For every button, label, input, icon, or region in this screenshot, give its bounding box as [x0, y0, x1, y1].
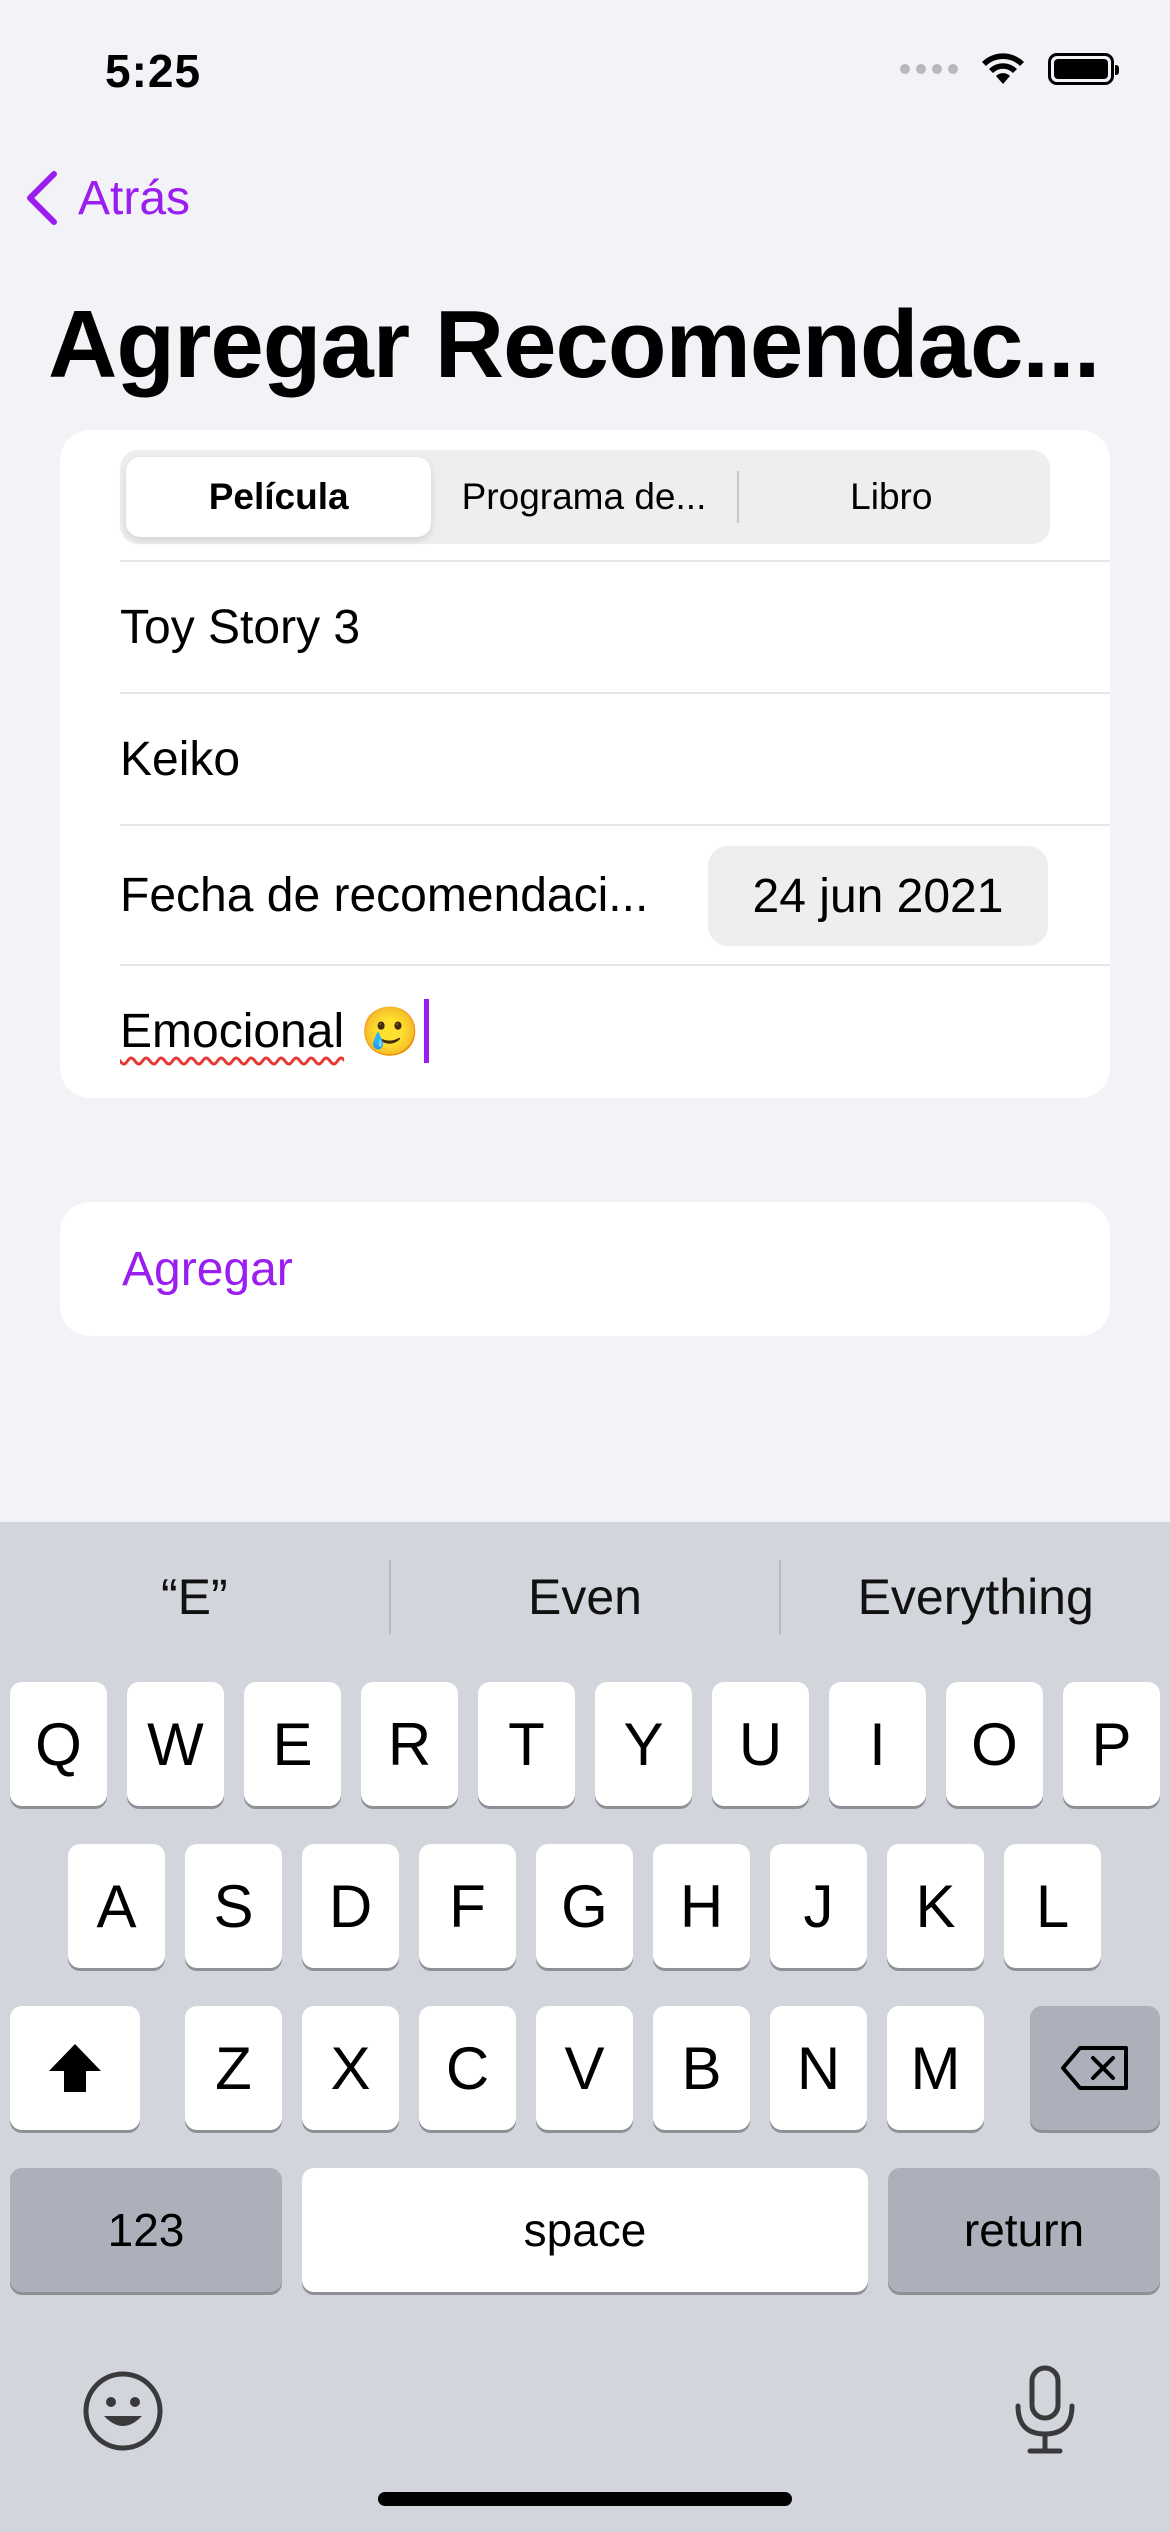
suggestion-bar: “E” Even Everything: [0, 1522, 1170, 1672]
add-button-label: Agregar: [122, 1242, 293, 1296]
dictation-button[interactable]: [1010, 2364, 1080, 2461]
keyboard: “E” Even Everything Q W E R T Y U I O P …: [0, 1522, 1170, 2532]
cellular-signal-icon: [900, 64, 958, 74]
key-w[interactable]: W: [127, 1682, 224, 1806]
key-f[interactable]: F: [419, 1844, 516, 1968]
key-c[interactable]: C: [419, 2006, 516, 2130]
backspace-icon: [1061, 2046, 1128, 2090]
form-card: Película Programa de... Libro Toy Story …: [60, 430, 1110, 1098]
microphone-icon: [1015, 2365, 1075, 2454]
numbers-key[interactable]: 123: [10, 2168, 282, 2292]
key-d[interactable]: D: [302, 1844, 399, 1968]
date-picker-button[interactable]: 24 jun 2021: [708, 846, 1048, 946]
add-button[interactable]: Agregar: [60, 1202, 1110, 1336]
key-e[interactable]: E: [244, 1682, 341, 1806]
key-v[interactable]: V: [536, 2006, 633, 2130]
title-field-value: Toy Story 3: [120, 600, 361, 654]
title-field[interactable]: Toy Story 3: [120, 560, 1110, 692]
home-indicator: [378, 2492, 792, 2506]
key-u[interactable]: U: [712, 1682, 809, 1806]
note-text: Emocional: [120, 1004, 345, 1058]
key-o[interactable]: O: [946, 1682, 1043, 1806]
status-icons: [900, 52, 1119, 86]
return-key[interactable]: return: [888, 2168, 1160, 2292]
key-i[interactable]: I: [829, 1682, 926, 1806]
recommender-field[interactable]: Keiko: [120, 692, 1110, 824]
key-q[interactable]: Q: [10, 1682, 107, 1806]
key-z[interactable]: Z: [185, 2006, 282, 2130]
key-t[interactable]: T: [478, 1682, 575, 1806]
delete-key[interactable]: [1030, 2006, 1160, 2130]
key-a[interactable]: A: [68, 1844, 165, 1968]
date-label: Fecha de recomendaci...: [120, 868, 649, 922]
shift-arrow-icon: [49, 2044, 101, 2092]
date-row: Fecha de recomendaci... 24 jun 2021: [120, 824, 1110, 964]
key-s[interactable]: S: [185, 1844, 282, 1968]
key-r[interactable]: R: [361, 1682, 458, 1806]
key-m[interactable]: M: [887, 2006, 984, 2130]
page-title: Agregar Recomendac...: [48, 291, 1100, 398]
space-key[interactable]: space: [302, 2168, 868, 2292]
battery-icon: [1048, 53, 1119, 85]
recommender-field-value: Keiko: [120, 732, 241, 786]
segment-pelicula[interactable]: Película: [126, 457, 432, 537]
key-x[interactable]: X: [302, 2006, 399, 2130]
emoji-button[interactable]: [82, 2370, 164, 2457]
type-segmented-control[interactable]: Película Programa de... Libro: [120, 450, 1050, 544]
segment-libro[interactable]: Libro: [739, 457, 1044, 537]
note-field[interactable]: Emocional 🥲: [120, 964, 1110, 1096]
key-y[interactable]: Y: [595, 1682, 692, 1806]
status-time: 5:25: [105, 45, 202, 97]
chevron-left-icon: [27, 171, 57, 225]
key-n[interactable]: N: [770, 2006, 867, 2130]
key-l[interactable]: L: [1004, 1844, 1101, 1968]
key-g[interactable]: G: [536, 1844, 633, 1968]
date-value: 24 jun 2021: [752, 869, 1004, 923]
shift-key[interactable]: [10, 2006, 140, 2130]
key-j[interactable]: J: [770, 1844, 867, 1968]
key-b[interactable]: B: [653, 2006, 750, 2130]
back-label: Atrás: [78, 171, 191, 225]
suggestion-item[interactable]: Even: [391, 1568, 780, 1626]
key-h[interactable]: H: [653, 1844, 750, 1968]
text-cursor: [423, 999, 429, 1063]
key-p[interactable]: P: [1063, 1682, 1160, 1806]
smiley-face-icon: [83, 2371, 163, 2451]
segment-programa[interactable]: Programa de...: [431, 457, 736, 537]
key-k[interactable]: K: [887, 1844, 984, 1968]
suggestion-item[interactable]: “E”: [0, 1568, 389, 1626]
suggestion-item[interactable]: Everything: [781, 1568, 1170, 1626]
smiling-tear-emoji-icon: 🥲: [360, 1005, 420, 1059]
wifi-icon: [982, 53, 1024, 84]
back-button[interactable]: Atrás: [24, 170, 190, 226]
